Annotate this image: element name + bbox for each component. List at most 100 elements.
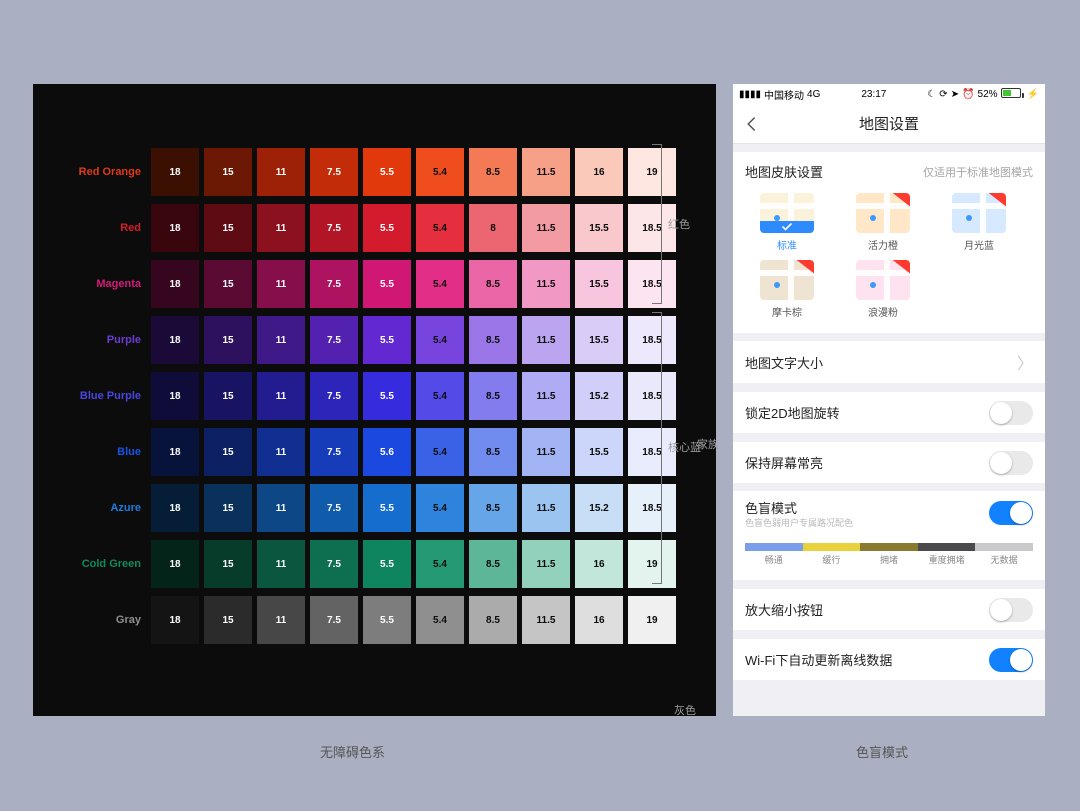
palette-swatch[interactable]: 8 (469, 204, 517, 252)
palette-swatch[interactable]: 15 (204, 596, 252, 644)
palette-swatch[interactable]: 15.5 (575, 428, 623, 476)
toggle-colorblind[interactable] (989, 501, 1033, 525)
palette-swatch[interactable]: 11.5 (522, 316, 570, 364)
toggle-keep-on[interactable] (989, 451, 1033, 475)
palette-swatch[interactable]: 5.4 (416, 148, 464, 196)
palette-swatch[interactable]: 5.5 (363, 204, 411, 252)
palette-swatch[interactable]: 15 (204, 484, 252, 532)
palette-swatch[interactable]: 18 (151, 372, 199, 420)
palette-swatch[interactable]: 15.5 (575, 316, 623, 364)
toggle-wifi-update[interactable] (989, 648, 1033, 672)
skin-item[interactable]: 活力橙 (853, 193, 913, 252)
palette-swatch[interactable]: 7.5 (310, 428, 358, 476)
toggle-lock-2d[interactable] (989, 401, 1033, 425)
palette-swatch[interactable]: 5.4 (416, 540, 464, 588)
palette-swatch[interactable]: 11.5 (522, 148, 570, 196)
skin-name: 活力橙 (868, 237, 898, 252)
palette-swatch[interactable]: 8.5 (469, 260, 517, 308)
palette-swatch[interactable]: 11.5 (522, 260, 570, 308)
palette-swatch[interactable]: 8.5 (469, 316, 517, 364)
palette-swatch[interactable]: 15 (204, 148, 252, 196)
palette-swatch[interactable]: 7.5 (310, 540, 358, 588)
palette-swatch[interactable]: 11 (257, 596, 305, 644)
skin-item[interactable]: 标准 (757, 193, 817, 252)
palette-swatch[interactable]: 18 (151, 484, 199, 532)
palette-swatch[interactable]: 15 (204, 204, 252, 252)
palette-swatch[interactable]: 7.5 (310, 596, 358, 644)
palette-swatch[interactable]: 18 (151, 204, 199, 252)
palette-swatch[interactable]: 7.5 (310, 148, 358, 196)
palette-swatch[interactable]: 5.5 (363, 372, 411, 420)
palette-swatch[interactable]: 15 (204, 428, 252, 476)
palette-swatch[interactable]: 5.4 (416, 428, 464, 476)
palette-swatch[interactable]: 8.5 (469, 484, 517, 532)
palette-swatch[interactable]: 5.4 (416, 316, 464, 364)
palette-swatch[interactable]: 15 (204, 372, 252, 420)
palette-swatch[interactable]: 5.5 (363, 540, 411, 588)
palette-swatch[interactable]: 11 (257, 316, 305, 364)
back-button[interactable] (743, 112, 763, 136)
skin-item[interactable]: 浪漫粉 (853, 260, 913, 319)
battery-percent: 52% (978, 89, 998, 100)
palette-swatch[interactable]: 5.5 (363, 148, 411, 196)
palette-swatch[interactable]: 5.4 (416, 204, 464, 252)
palette-swatch[interactable]: 18 (151, 316, 199, 364)
skin-item[interactable]: 摩卡棕 (757, 260, 817, 319)
palette-swatch[interactable]: 16 (575, 596, 623, 644)
palette-swatch[interactable]: 7.5 (310, 372, 358, 420)
palette-swatch[interactable]: 7.5 (310, 316, 358, 364)
palette-swatch[interactable]: 11 (257, 260, 305, 308)
palette-swatch[interactable]: 15.5 (575, 260, 623, 308)
palette-swatch[interactable]: 11.5 (522, 428, 570, 476)
palette-swatch[interactable]: 5.5 (363, 484, 411, 532)
palette-swatch[interactable]: 15 (204, 316, 252, 364)
palette-swatch[interactable]: 7.5 (310, 260, 358, 308)
palette-swatch[interactable]: 8.5 (469, 540, 517, 588)
palette-swatch[interactable]: 15 (204, 540, 252, 588)
palette-swatch[interactable]: 11 (257, 484, 305, 532)
palette-swatch[interactable]: 15.2 (575, 372, 623, 420)
palette-swatch[interactable]: 18 (151, 428, 199, 476)
palette-swatch[interactable]: 8.5 (469, 428, 517, 476)
palette-swatch[interactable]: 11.5 (522, 204, 570, 252)
palette-swatch[interactable]: 11 (257, 540, 305, 588)
palette-swatch[interactable]: 11.5 (522, 372, 570, 420)
traffic-segment (803, 543, 861, 551)
palette-swatch[interactable]: 8.5 (469, 148, 517, 196)
palette-swatch[interactable]: 11.5 (522, 540, 570, 588)
palette-swatch[interactable]: 15 (204, 260, 252, 308)
skin-item[interactable]: 月光蓝 (949, 193, 1009, 252)
palette-swatch[interactable]: 16 (575, 148, 623, 196)
palette-swatch[interactable]: 18 (151, 540, 199, 588)
palette-swatch[interactable]: 11 (257, 372, 305, 420)
toggle-zoom[interactable] (989, 598, 1033, 622)
nav-title: 地图设置 (859, 113, 919, 134)
palette-swatch[interactable]: 7.5 (310, 484, 358, 532)
palette-swatch[interactable]: 15.5 (575, 204, 623, 252)
palette-swatch[interactable]: 11 (257, 428, 305, 476)
row-wifi-label: Wi-Fi下自动更新离线数据 (745, 650, 892, 669)
palette-swatch[interactable]: 5.5 (363, 260, 411, 308)
palette-swatch[interactable]: 5.4 (416, 372, 464, 420)
palette-swatch[interactable]: 5.6 (363, 428, 411, 476)
palette-swatch[interactable]: 5.5 (363, 596, 411, 644)
palette-swatch[interactable]: 11.5 (522, 596, 570, 644)
palette-swatch[interactable]: 8.5 (469, 372, 517, 420)
palette-swatch[interactable]: 18 (151, 596, 199, 644)
palette-swatch[interactable]: 11 (257, 204, 305, 252)
palette-swatch[interactable]: 19 (628, 596, 676, 644)
palette-swatch[interactable]: 5.5 (363, 316, 411, 364)
palette-swatch[interactable]: 16 (575, 540, 623, 588)
row-keep-screen-on: 保持屏幕常亮 (733, 441, 1045, 483)
palette-swatch[interactable]: 5.4 (416, 260, 464, 308)
palette-swatch[interactable]: 18 (151, 260, 199, 308)
palette-swatch[interactable]: 5.4 (416, 596, 464, 644)
palette-swatch[interactable]: 5.4 (416, 484, 464, 532)
palette-swatch[interactable]: 11.5 (522, 484, 570, 532)
palette-swatch[interactable]: 8.5 (469, 596, 517, 644)
palette-swatch[interactable]: 11 (257, 148, 305, 196)
palette-swatch[interactable]: 18 (151, 148, 199, 196)
row-text-size[interactable]: 地图文字大小 〉 (733, 341, 1045, 383)
palette-swatch[interactable]: 15.2 (575, 484, 623, 532)
palette-swatch[interactable]: 7.5 (310, 204, 358, 252)
